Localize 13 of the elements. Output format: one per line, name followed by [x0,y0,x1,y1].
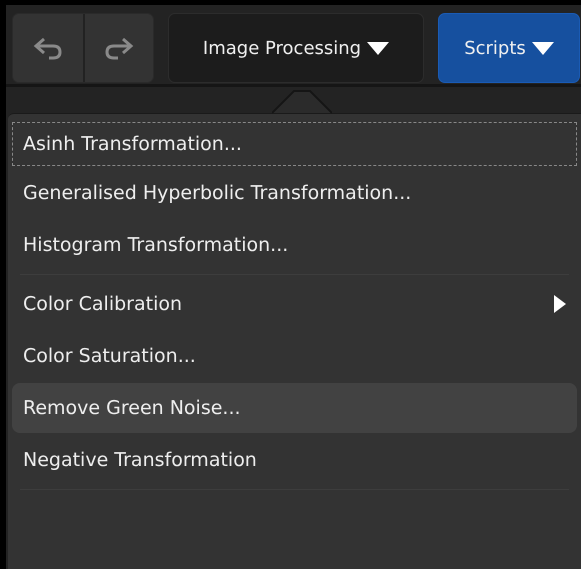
menu-item[interactable]: Remove Green Noise... [12,383,577,433]
menu-item[interactable]: Histogram Transformation... [12,220,577,270]
redo-icon [104,36,134,60]
menu-button[interactable]: Image Processing [168,13,424,83]
caret-icon [532,42,554,54]
undo-icon [33,36,63,60]
menu-item[interactable]: Generalised Hyperbolic Transformation... [12,168,577,218]
menu-item[interactable]: Color Calibration [12,279,577,329]
menu-item[interactable]: Asinh Transformation... [12,122,577,166]
menu-item[interactable]: Color Saturation... [12,331,577,381]
caret-icon [367,42,390,54]
menu-item[interactable]: Negative Transformation [12,435,577,485]
menu-button[interactable]: Scripts [438,13,580,83]
